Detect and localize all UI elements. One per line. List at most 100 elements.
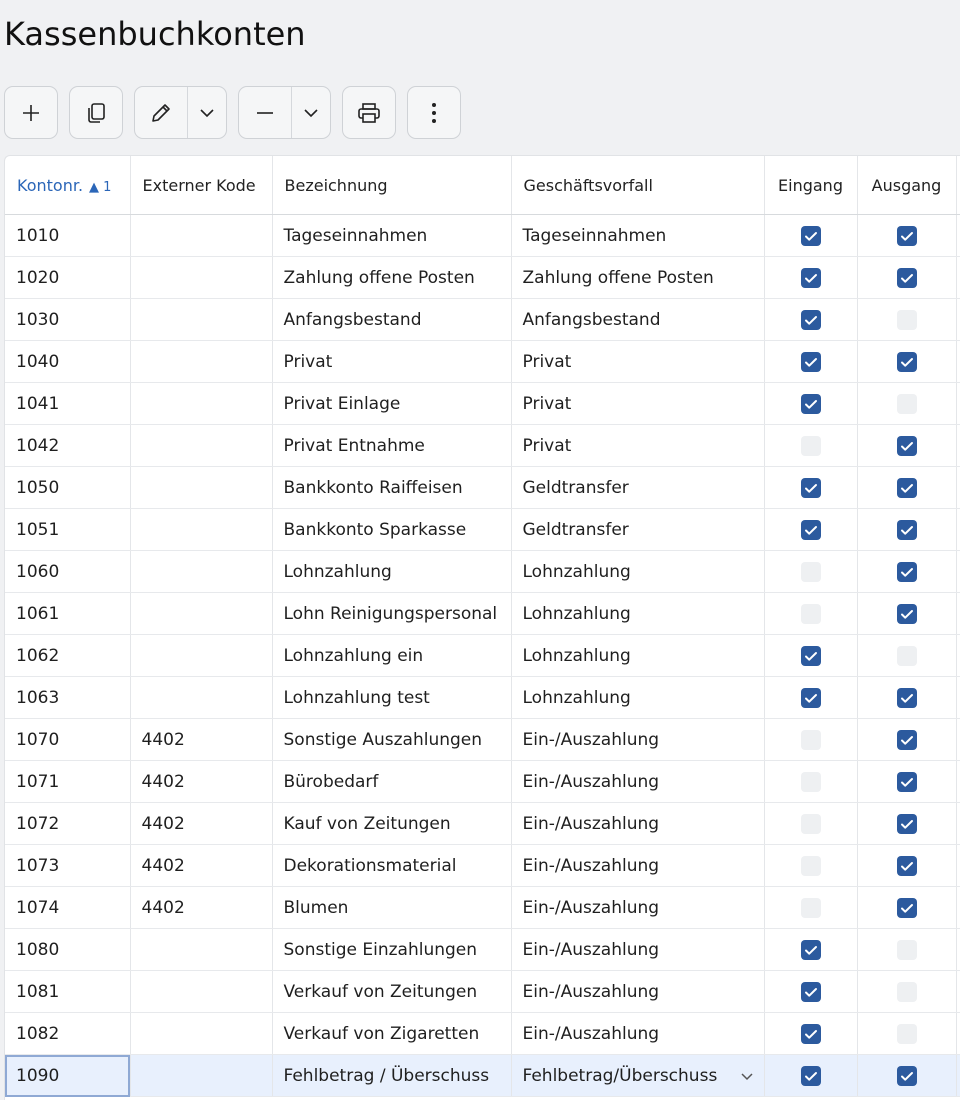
cell-geschaeftsvorfall[interactable]: Lohnzahlung <box>511 550 765 593</box>
table-row[interactable]: 1060 Lohnzahlung Lohnzahlung <box>5 550 960 593</box>
ausgang-checkbox[interactable] <box>896 351 917 372</box>
cell-kontonr[interactable]: 1082 <box>5 1012 131 1055</box>
cell-bezeichnung[interactable]: Tageseinnahmen <box>272 214 512 257</box>
cell-bezeichnung[interactable]: Kauf von Zeitungen <box>272 802 512 845</box>
table-row[interactable]: 1062 Lohnzahlung ein Lohnzahlung <box>5 634 960 677</box>
eingang-checkbox[interactable] <box>800 1065 821 1086</box>
table-row[interactable]: 1071 4402 Bürobedarf Ein-/Auszahlung <box>5 760 960 803</box>
ausgang-checkbox[interactable] <box>896 519 917 540</box>
cell-geschaeftsvorfall[interactable]: Geldtransfer <box>511 466 765 509</box>
cell-kontonr[interactable]: 1090 <box>5 1054 131 1097</box>
cell-extern[interactable] <box>130 340 273 383</box>
eingang-checkbox[interactable] <box>800 813 821 834</box>
cell-bezeichnung[interactable]: Lohnzahlung test <box>272 676 512 719</box>
ausgang-checkbox[interactable] <box>896 897 917 918</box>
eingang-checkbox[interactable] <box>800 855 821 876</box>
cell-bezeichnung[interactable]: Dekorationsmaterial <box>272 844 512 887</box>
cell-geschaeftsvorfall[interactable]: Ein-/Auszahlung <box>511 886 765 929</box>
cell-geschaeftsvorfall[interactable]: Anfangsbestand <box>511 298 765 341</box>
eingang-checkbox[interactable] <box>800 435 821 456</box>
table-row[interactable]: 1051 Bankkonto Sparkasse Geldtransfer <box>5 508 960 551</box>
ausgang-checkbox[interactable] <box>896 435 917 456</box>
eingang-checkbox[interactable] <box>800 981 821 1002</box>
cell-kontonr[interactable]: 1042 <box>5 424 131 467</box>
table-row[interactable]: 1090 Fehlbetrag / Überschuss Fehlbetrag/Üb… <box>5 1054 960 1097</box>
cell-geschaeftsvorfall[interactable]: Zahlung offene Posten <box>511 256 765 299</box>
eingang-checkbox[interactable] <box>800 729 821 750</box>
cell-extern[interactable]: 4402 <box>130 886 273 929</box>
cell-bezeichnung[interactable]: Blumen <box>272 886 512 929</box>
cell-bezeichnung[interactable]: Verkauf von Zigaretten <box>272 1012 512 1055</box>
cell-extern[interactable] <box>130 676 273 719</box>
cell-bezeichnung[interactable]: Anfangsbestand <box>272 298 512 341</box>
cell-bezeichnung[interactable]: Lohn Reinigungspersonal <box>272 592 512 635</box>
eingang-checkbox[interactable] <box>800 477 821 498</box>
cell-extern[interactable] <box>130 256 273 299</box>
eingang-checkbox[interactable] <box>800 645 821 666</box>
eingang-checkbox[interactable] <box>800 393 821 414</box>
cell-kontonr[interactable]: 1061 <box>5 592 131 635</box>
cell-bezeichnung[interactable]: Zahlung offene Posten <box>272 256 512 299</box>
cell-kontonr[interactable]: 1073 <box>5 844 131 887</box>
chevron-down-icon[interactable] <box>740 1069 754 1083</box>
cell-geschaeftsvorfall[interactable]: Ein-/Auszahlung <box>511 802 765 845</box>
eingang-checkbox[interactable] <box>800 603 821 624</box>
ausgang-checkbox[interactable] <box>896 855 917 876</box>
cell-geschaeftsvorfall[interactable]: Ein-/Auszahlung <box>511 718 765 761</box>
cell-bezeichnung[interactable]: Lohnzahlung <box>272 550 512 593</box>
remove-dropdown-button[interactable] <box>292 87 330 138</box>
column-header-ausgang[interactable]: Ausgang <box>857 156 957 215</box>
cell-bezeichnung[interactable]: Bankkonto Raiffeisen <box>272 466 512 509</box>
table-row[interactable]: 1061 Lohn Reinigungspersonal Lohnzahlung <box>5 592 960 635</box>
cell-extern[interactable]: 4402 <box>130 844 273 887</box>
cell-kontonr[interactable]: 1030 <box>5 298 131 341</box>
table-row[interactable]: 1050 Bankkonto Raiffeisen Geldtransfer <box>5 466 960 509</box>
edit-dropdown-button[interactable] <box>188 87 226 138</box>
cell-kontonr[interactable]: 1080 <box>5 928 131 971</box>
cell-extern[interactable] <box>130 592 273 635</box>
ausgang-checkbox[interactable] <box>896 267 917 288</box>
cell-kontonr[interactable]: 1041 <box>5 382 131 425</box>
cell-geschaeftsvorfall[interactable]: Ein-/Auszahlung <box>511 844 765 887</box>
add-button[interactable] <box>4 86 58 139</box>
cell-kontonr[interactable]: 1020 <box>5 256 131 299</box>
eingang-checkbox[interactable] <box>800 225 821 246</box>
ausgang-checkbox[interactable] <box>896 981 917 1002</box>
cell-geschaeftsvorfall[interactable]: Privat <box>511 382 765 425</box>
cell-extern[interactable] <box>130 382 273 425</box>
ausgang-checkbox[interactable] <box>896 687 917 708</box>
cell-kontonr[interactable]: 1010 <box>5 214 131 257</box>
cell-extern[interactable]: 4402 <box>130 760 273 803</box>
cell-extern[interactable] <box>130 550 273 593</box>
column-header-extern[interactable]: Externer Kode <box>130 156 273 215</box>
eingang-checkbox[interactable] <box>800 939 821 960</box>
cell-extern[interactable] <box>130 508 273 551</box>
cell-bezeichnung[interactable]: Privat Entnahme <box>272 424 512 467</box>
table-row[interactable]: 1063 Lohnzahlung test Lohnzahlung <box>5 676 960 719</box>
cell-geschaeftsvorfall[interactable]: Lohnzahlung <box>511 634 765 677</box>
cell-bezeichnung[interactable]: Bürobedarf <box>272 760 512 803</box>
cell-geschaeftsvorfall[interactable]: Ein-/Auszahlung <box>511 970 765 1013</box>
cell-extern[interactable] <box>130 214 273 257</box>
cell-kontonr[interactable]: 1060 <box>5 550 131 593</box>
ausgang-checkbox[interactable] <box>896 645 917 666</box>
cell-kontonr[interactable]: 1070 <box>5 718 131 761</box>
cell-bezeichnung[interactable]: Fehlbetrag / Überschuss <box>272 1054 512 1097</box>
cell-kontonr[interactable]: 1063 <box>5 676 131 719</box>
cell-bezeichnung[interactable]: Bankkonto Sparkasse <box>272 508 512 551</box>
cell-extern[interactable] <box>130 298 273 341</box>
cell-kontonr[interactable]: 1062 <box>5 634 131 677</box>
cell-geschaeftsvorfall[interactable]: Ein-/Auszahlung <box>511 928 765 971</box>
cell-bezeichnung[interactable]: Privat Einlage <box>272 382 512 425</box>
column-header-bezeichnung[interactable]: Bezeichnung <box>272 156 512 215</box>
eingang-checkbox[interactable] <box>800 267 821 288</box>
table-row[interactable]: 1041 Privat Einlage Privat <box>5 382 960 425</box>
ausgang-checkbox[interactable] <box>896 771 917 792</box>
cell-extern[interactable] <box>130 466 273 509</box>
cell-bezeichnung[interactable]: Verkauf von Zeitungen <box>272 970 512 1013</box>
ausgang-checkbox[interactable] <box>896 813 917 834</box>
cell-extern[interactable]: 4402 <box>130 718 273 761</box>
ausgang-checkbox[interactable] <box>896 561 917 582</box>
cell-extern[interactable] <box>130 928 273 971</box>
cell-extern[interactable] <box>130 970 273 1013</box>
